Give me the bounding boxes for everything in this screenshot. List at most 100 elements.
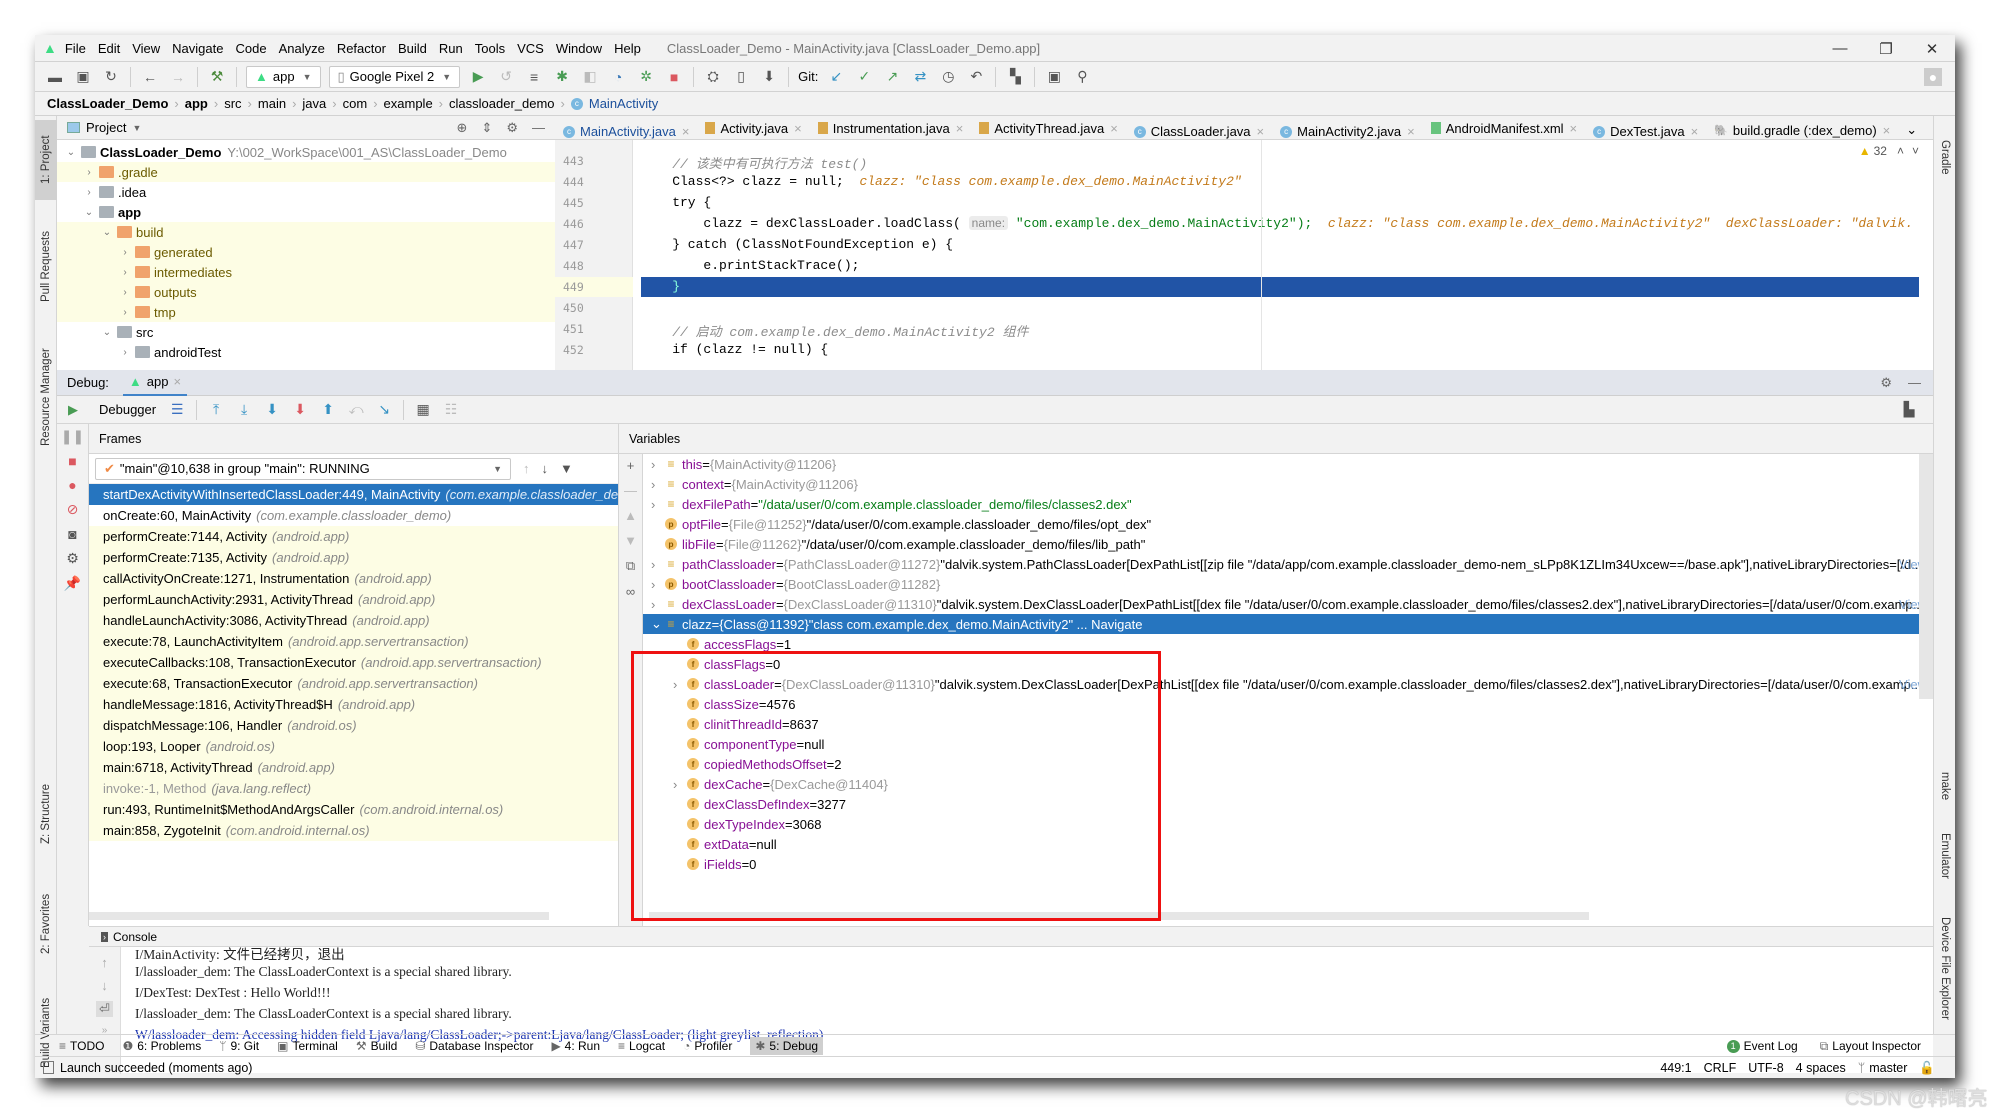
editor-tab[interactable]: Instrumentation.java × <box>810 116 972 139</box>
variable-item[interactable]: f dexTypeIndex = 3068 <box>643 814 1933 834</box>
step-over-icon[interactable]: ⤓ <box>235 401 253 419</box>
chevron-right-icon[interactable]: › <box>651 577 665 592</box>
tool-button-git[interactable]: ᛘ 9: Git <box>219 1039 259 1053</box>
tool-button-logcat[interactable]: ≡ Logcat <box>618 1039 665 1053</box>
variable-item[interactable]: › f classLoader = {DexClassLoader@11310} "… <box>643 674 1933 694</box>
chevron-right-icon[interactable]: › <box>673 777 687 792</box>
breadcrumb-item[interactable]: com <box>343 96 368 111</box>
frame-item[interactable]: main:6718, ActivityThread (android.app) <box>89 757 618 778</box>
chevron-right-icon[interactable]: › <box>83 187 95 198</box>
debugger-tab[interactable]: Debugger <box>99 402 156 417</box>
breadcrumb-item[interactable]: main <box>258 96 286 111</box>
editor-tab[interactable]: ActivityThread.java × <box>971 116 1125 139</box>
tool-tab-structure[interactable]: Z: Structure <box>35 764 57 864</box>
frames-scrollbar[interactable] <box>89 912 549 920</box>
soft-wrap-icon[interactable]: ⏎ <box>96 1001 113 1017</box>
chevron-down-icon[interactable]: ⌄ <box>83 207 95 218</box>
minimize-button[interactable]: — <box>1817 40 1863 57</box>
tool-tab-pull-requests[interactable]: Pull Requests <box>35 212 57 322</box>
remove-watch-icon[interactable]: — <box>624 483 637 498</box>
close-tab-icon[interactable]: × <box>794 121 802 136</box>
variable-item[interactable]: f classFlags = 0 <box>643 654 1933 674</box>
chevron-down-icon[interactable]: ⌄ <box>101 327 113 338</box>
tabs-overflow-icon[interactable]: ⌄ <box>1898 118 1925 139</box>
force-step-into-icon[interactable]: ⬇ <box>291 401 309 419</box>
frame-item[interactable]: performLaunchActivity:2931, ActivityThre… <box>89 589 618 610</box>
breadcrumb-item[interactable]: example <box>384 96 433 111</box>
tool-tab-favorites[interactable]: 2: Favorites <box>35 874 57 974</box>
chevron-right-icon[interactable]: › <box>651 457 665 472</box>
variable-item[interactable]: f classSize = 4576 <box>643 694 1933 714</box>
menu-refactor[interactable]: Refactor <box>337 41 386 56</box>
tree-item[interactable]: › .idea <box>57 182 555 202</box>
lock-icon[interactable]: 🔓 <box>1919 1061 1935 1076</box>
debug-settings-gear-icon[interactable]: ⚙ <box>66 550 79 567</box>
variable-item[interactable]: › f dexCache = {DexCache@11404} <box>643 774 1933 794</box>
inspection-widget[interactable]: ▲ 32 ˄ ˅ <box>1859 144 1919 158</box>
apply-code-changes-icon[interactable]: ≡ <box>525 68 543 86</box>
scroll-up-icon[interactable]: ↑ <box>101 955 108 970</box>
git-commit-icon[interactable]: ✓ <box>855 68 873 86</box>
git-push-icon[interactable]: ↗ <box>883 68 901 86</box>
variable-item[interactable]: › ≡ dexClassLoader = {DexClassLoader@11310… <box>643 594 1933 614</box>
tool-button-profiler[interactable]: ◔ Profiler <box>683 1039 732 1053</box>
resume-icon[interactable]: ▶ <box>57 402 89 418</box>
tool-button-build[interactable]: ⚒ Build <box>356 1039 397 1053</box>
pin-tab-icon[interactable]: 📌 <box>64 575 81 592</box>
stop-debug-icon[interactable]: ■ <box>68 453 76 469</box>
file-encoding[interactable]: UTF-8 <box>1748 1061 1783 1075</box>
menu-edit[interactable]: Edit <box>98 41 120 56</box>
close-tab-icon[interactable]: × <box>1257 124 1265 139</box>
editor-tab[interactable]: Activity.java × <box>697 116 809 139</box>
indent-setting[interactable]: 4 spaces <box>1796 1061 1846 1075</box>
layout-menu-icon[interactable]: ☰ <box>168 401 186 419</box>
hide-panel-icon[interactable]: — <box>532 120 545 135</box>
tree-item[interactable]: ⌄ ClassLoader_Demo Y:\002_WorkSpace\001_AS… <box>57 142 555 162</box>
chevron-down-icon[interactable]: ⌄ <box>65 147 77 158</box>
gear-icon[interactable]: ⚙ <box>506 120 518 136</box>
forward-icon[interactable]: → <box>169 68 187 86</box>
tool-tab-gradle[interactable]: Gradle <box>1934 122 1955 192</box>
tree-item[interactable]: › androidTest <box>57 342 555 362</box>
menu-view[interactable]: View <box>132 41 160 56</box>
git-merge-icon[interactable]: ⇄ <box>911 68 929 86</box>
tool-tab-device-file-explorer[interactable]: Device File Explorer <box>1934 906 1955 1031</box>
chevron-right-icon[interactable]: › <box>651 497 665 512</box>
user-account-icon[interactable]: ● <box>1924 67 1942 86</box>
close-tab-icon[interactable]: × <box>1110 121 1118 136</box>
variable-item[interactable]: f iFields = 0 <box>643 854 1933 874</box>
tool-button-terminal[interactable]: ▣ Terminal <box>277 1039 338 1053</box>
tree-item[interactable]: › .gradle <box>57 162 555 182</box>
frame-item[interactable]: execute:78, LaunchActivityItem (android.a… <box>89 631 618 652</box>
trace-icon[interactable]: ☷ <box>442 401 460 419</box>
device-manager-icon[interactable]: ▣ <box>1045 68 1063 86</box>
breadcrumb-item[interactable]: src <box>224 96 241 111</box>
sync-icon[interactable]: ↻ <box>102 68 120 86</box>
hide-debug-icon[interactable]: — <box>1908 375 1921 390</box>
variable-item[interactable]: f accessFlags = 1 <box>643 634 1933 654</box>
chevron-right-icon[interactable]: › <box>119 287 131 298</box>
variable-item[interactable]: f componentType = null <box>643 734 1933 754</box>
menu-window[interactable]: Window <box>556 41 602 56</box>
breadcrumb-item[interactable]: app <box>185 96 208 111</box>
frame-item[interactable]: handleLaunchActivity:3086, ActivityThrea… <box>89 610 618 631</box>
frame-item[interactable]: executeCallbacks:108, TransactionExecuto… <box>89 652 618 673</box>
breadcrumb-item[interactable]: java <box>302 96 326 111</box>
chevron-right-icon[interactable]: › <box>651 557 665 572</box>
search-icon[interactable]: ⚲ <box>1073 68 1091 86</box>
chevron-right-icon[interactable]: › <box>119 247 131 258</box>
close-tab-icon[interactable]: × <box>1407 124 1415 139</box>
next-highlight-icon[interactable]: ˅ <box>1912 144 1919 158</box>
run-icon[interactable]: ▶ <box>469 68 487 86</box>
close-tab-icon[interactable]: × <box>1691 124 1699 139</box>
step-into-icon[interactable]: ⬇ <box>263 401 281 419</box>
frame-item[interactable]: performCreate:7144, Activity (android.app… <box>89 526 618 547</box>
prev-highlight-icon[interactable]: ˄ <box>1897 144 1904 158</box>
variable-item[interactable]: › ≡ pathClassloader = {PathClassLoader@112… <box>643 554 1933 574</box>
gradle-sync-icon[interactable]: ⛭ <box>704 68 722 86</box>
tool-tab-resource-manager[interactable]: Resource Manager <box>35 332 57 462</box>
menu-navigate[interactable]: Navigate <box>172 41 223 56</box>
variables-h-scrollbar[interactable] <box>649 912 1589 920</box>
chevron-right-icon[interactable]: › <box>651 477 665 492</box>
frame-item[interactable]: startDexActivityWithInsertedClassLoader:… <box>89 484 618 505</box>
